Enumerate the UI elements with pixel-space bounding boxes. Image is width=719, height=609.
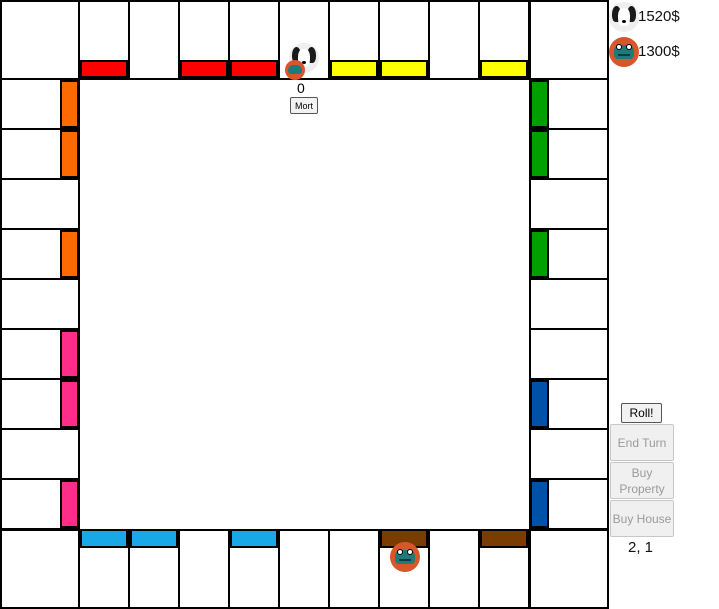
space-left-8[interactable] (0, 428, 80, 480)
space-bottom-3[interactable] (178, 529, 230, 609)
color-strip-pink (60, 380, 79, 428)
house-count: 0 (297, 80, 305, 96)
color-strip-green (530, 80, 549, 128)
color-strip-yellow (330, 60, 378, 78)
space-right-6[interactable] (529, 328, 609, 380)
player-2-panel (609, 37, 639, 67)
color-strip-red (80, 60, 128, 78)
color-strip-pink (60, 330, 79, 378)
color-strip-pink (60, 480, 79, 528)
space-bottom-6[interactable] (328, 529, 380, 609)
color-strip-light-blue (230, 529, 278, 548)
dice-result: 2, 1 (628, 539, 654, 556)
frog-token-icon (609, 37, 639, 67)
space-top-2[interactable] (128, 0, 180, 80)
frog-token-icon[interactable] (390, 542, 420, 572)
roll-button[interactable]: Roll! (621, 403, 662, 423)
dog-token-icon (609, 2, 639, 32)
game-board: 0 Mort (0, 0, 609, 609)
color-strip-orange (60, 80, 79, 128)
space-bottom-8[interactable] (428, 529, 480, 609)
color-strip-yellow (480, 60, 528, 78)
color-strip-brown (480, 529, 528, 548)
corner-bottom-left[interactable] (0, 529, 80, 609)
space-right-8[interactable] (529, 428, 609, 480)
color-strip-green (530, 130, 549, 178)
color-strip-light-blue (130, 529, 178, 548)
space-top-8[interactable] (428, 0, 480, 80)
space-bottom-5[interactable] (278, 529, 330, 609)
player-1-panel (609, 2, 639, 32)
end-turn-button[interactable]: End Turn (610, 424, 674, 461)
color-strip-red (230, 60, 278, 78)
color-strip-orange (60, 130, 79, 178)
color-strip-light-blue (80, 529, 128, 548)
corner-top-right[interactable] (529, 0, 609, 80)
color-strip-red (180, 60, 228, 78)
color-strip-dark-blue (530, 380, 549, 428)
space-left-5[interactable] (0, 278, 80, 330)
color-strip-yellow (380, 60, 428, 78)
frog-token-icon[interactable] (285, 60, 305, 80)
space-right-5[interactable] (529, 278, 609, 330)
board-center (80, 80, 529, 529)
corner-bottom-right[interactable] (529, 529, 609, 609)
corner-top-left[interactable] (0, 0, 80, 80)
buy-house-button[interactable]: Buy House (610, 500, 674, 537)
mortgage-button[interactable]: Mort (290, 97, 318, 114)
player-1-money: 1520$ (638, 8, 680, 25)
color-strip-green (530, 230, 549, 278)
buy-property-button[interactable]: Buy Property (610, 462, 674, 499)
space-right-3[interactable] (529, 178, 609, 230)
player-2-money: 1300$ (638, 43, 680, 60)
color-strip-orange (60, 230, 79, 278)
color-strip-dark-blue (530, 480, 549, 528)
space-left-3[interactable] (0, 178, 80, 230)
